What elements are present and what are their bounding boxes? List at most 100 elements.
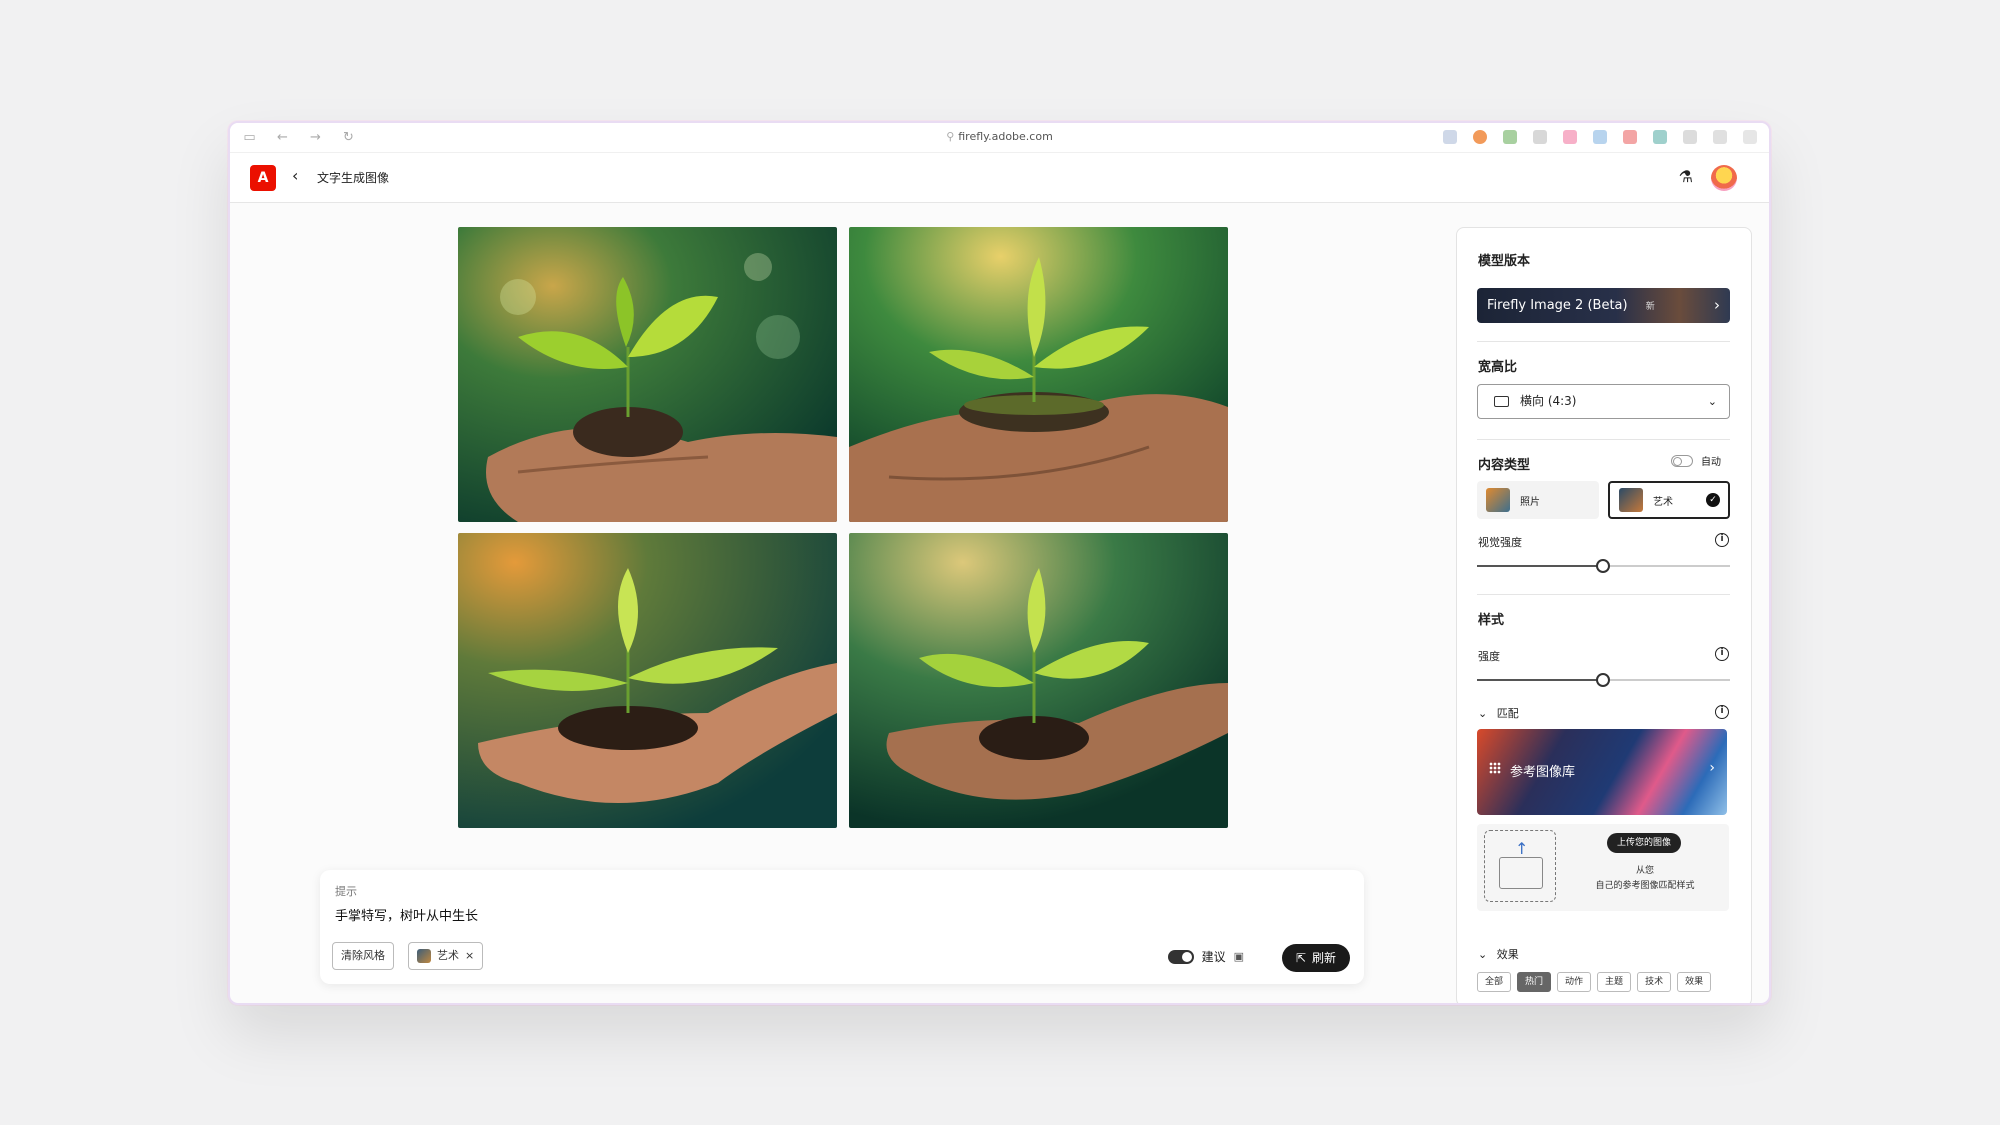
tab-all[interactable]: 全部 — [1477, 972, 1512, 992]
prompt-input[interactable]: 手掌特写，树叶从中生长 — [335, 905, 478, 924]
reference-gallery-button[interactable]: 参考图像库 › — [1477, 729, 1727, 815]
extension-icon[interactable] — [1743, 130, 1757, 144]
visual-intensity-label: 视觉强度 — [1478, 536, 1522, 549]
match-heading: 匹配 — [1496, 707, 1519, 720]
strength-label: 强度 — [1478, 650, 1500, 663]
model-version-value: Firefly Image 2 (Beta) — [1487, 298, 1628, 313]
chevron-right-icon: › — [1709, 760, 1715, 776]
generated-image-3[interactable] — [458, 533, 837, 828]
new-badge: 新 — [1645, 302, 1655, 312]
landscape-icon — [1494, 396, 1509, 407]
close-icon[interactable]: × — [465, 943, 474, 969]
refresh-label: 刷新 — [1311, 951, 1336, 965]
generated-image-1[interactable] — [458, 227, 837, 522]
upload-arrow-icon: ↑ — [1515, 839, 1529, 858]
avatar[interactable] — [1711, 165, 1737, 191]
extension-icon[interactable] — [1533, 130, 1547, 144]
grid-icon — [1489, 762, 1501, 774]
effects-tabs: 全部 热门 动作 主题 技术 效果 — [1477, 972, 1712, 992]
chevron-down-icon: ⌄ — [1478, 707, 1488, 720]
upload-dropzone[interactable]: ↑ — [1484, 830, 1556, 902]
model-version-button[interactable]: Firefly Image 2 (Beta) 新 › — [1477, 288, 1730, 323]
adobe-logo-icon[interactable]: A — [250, 165, 276, 191]
info-icon[interactable]: i — [1715, 647, 1729, 661]
content-type-photo[interactable]: 照片 — [1477, 481, 1599, 519]
generated-image-2[interactable] — [849, 227, 1228, 522]
aspect-ratio-value: 横向 (4:3) — [1520, 394, 1577, 408]
photo-label: 照片 — [1520, 496, 1540, 508]
divider — [1477, 439, 1730, 440]
app-header: A ‹ 文字生成图像 ⚗ — [230, 153, 1769, 203]
extension-icon[interactable] — [1653, 130, 1667, 144]
page-title: 文字生成图像 — [317, 171, 390, 185]
art-label: 艺术 — [1653, 496, 1673, 508]
tab-popular[interactable]: 热门 — [1517, 972, 1552, 992]
prompt-label: 提示 — [335, 885, 357, 898]
content-type-art[interactable]: 艺术 ✓ — [1608, 481, 1730, 519]
tab-techniques[interactable]: 技术 — [1637, 972, 1672, 992]
divider — [1477, 341, 1730, 342]
checkmark-icon: ✓ — [1706, 493, 1720, 507]
labs-flask-icon[interactable]: ⚗ — [1679, 167, 1693, 186]
extension-icon[interactable] — [1443, 130, 1457, 144]
browser-window: ▭ ← → ↻ ⚲firefly.adobe.com A ‹ 文字生成图像 ⚗ — [228, 121, 1771, 1005]
art-thumbnail — [1619, 488, 1643, 512]
prompt-panel: 提示 手掌特写，树叶从中生长 清除风格 艺术 × 建议 ▣ ⇱ 刷新 — [320, 870, 1364, 984]
extension-icon[interactable] — [1473, 130, 1487, 144]
model-version-heading: 模型版本 — [1478, 254, 1531, 269]
tab-movement[interactable]: 动作 — [1557, 972, 1592, 992]
info-icon[interactable]: i — [1715, 705, 1729, 719]
info-icon[interactable]: i — [1715, 533, 1729, 547]
chevron-down-icon: ⌄ — [1707, 395, 1717, 408]
refresh-icon: ⇱ — [1295, 951, 1306, 965]
extension-icon[interactable] — [1623, 130, 1637, 144]
slider-fill — [1477, 679, 1604, 681]
art-thumbnail — [417, 949, 431, 963]
aspect-ratio-heading: 宽高比 — [1478, 360, 1518, 375]
auto-label: 自动 — [1701, 457, 1721, 468]
chevron-right-icon: › — [1714, 296, 1720, 314]
extension-icon[interactable] — [1503, 130, 1517, 144]
art-chip-label: 艺术 — [437, 949, 459, 962]
photo-thumbnail — [1486, 488, 1510, 512]
upload-reference-area: ↑ 上传您的图像 从您 自己的参考图像匹配样式 — [1477, 824, 1729, 911]
upload-image-button[interactable]: 上传您的图像 — [1607, 833, 1682, 853]
refresh-button[interactable]: ⇱ 刷新 — [1281, 944, 1350, 972]
slider-fill — [1477, 565, 1604, 567]
slider-handle[interactable] — [1596, 559, 1610, 573]
generated-image-4[interactable] — [849, 533, 1228, 828]
extension-icon[interactable] — [1683, 130, 1697, 144]
back-chevron-icon[interactable]: ‹ — [292, 166, 298, 185]
tab-themes[interactable]: 主题 — [1597, 972, 1632, 992]
clear-style-button[interactable]: 清除风格 — [332, 942, 394, 970]
art-style-chip[interactable]: 艺术 × — [408, 942, 484, 970]
chevron-down-icon: ⌄ — [1478, 948, 1488, 961]
link-icon: ⚲ — [946, 130, 955, 143]
extension-icon[interactable] — [1713, 130, 1727, 144]
slider-handle[interactable] — [1596, 673, 1610, 687]
upload-hint-line1: 从您 — [1635, 866, 1654, 876]
suggestions-label: 建议 — [1201, 950, 1226, 964]
auto-switch[interactable] — [1671, 454, 1693, 467]
url-text: firefly.adobe.com — [958, 130, 1053, 143]
auto-toggle[interactable]: 自动 — [1671, 453, 1721, 468]
suggestions-icon[interactable]: ▣ — [1234, 950, 1244, 963]
extensions-bar — [1443, 130, 1757, 144]
browser-toolbar: ▭ ← → ↻ ⚲ firefly.adobe.com — [230, 123, 1769, 153]
suggestions-toggle[interactable] — [1167, 949, 1194, 964]
effects-toggle[interactable]: ⌄ 效果 — [1478, 946, 1519, 962]
reference-gallery-label: 参考图像库 — [1510, 765, 1576, 780]
extension-icon[interactable] — [1593, 130, 1607, 144]
visual-intensity-slider[interactable] — [1477, 559, 1730, 573]
strength-slider[interactable] — [1477, 673, 1730, 687]
extension-icon[interactable] — [1563, 130, 1577, 144]
suggestions-control: 建议 ▣ — [1167, 948, 1244, 965]
effects-heading: 效果 — [1496, 948, 1519, 961]
settings-panel: 模型版本 Firefly Image 2 (Beta) 新 › 宽高比 横向 (… — [1456, 227, 1752, 1003]
content-type-heading: 内容类型 — [1478, 458, 1531, 473]
tab-effects[interactable]: 效果 — [1677, 972, 1712, 992]
match-toggle[interactable]: ⌄ 匹配 — [1478, 705, 1519, 721]
image-placeholder-icon — [1499, 857, 1543, 889]
divider — [1477, 594, 1730, 595]
aspect-ratio-select[interactable]: 横向 (4:3) ⌄ — [1477, 384, 1730, 419]
